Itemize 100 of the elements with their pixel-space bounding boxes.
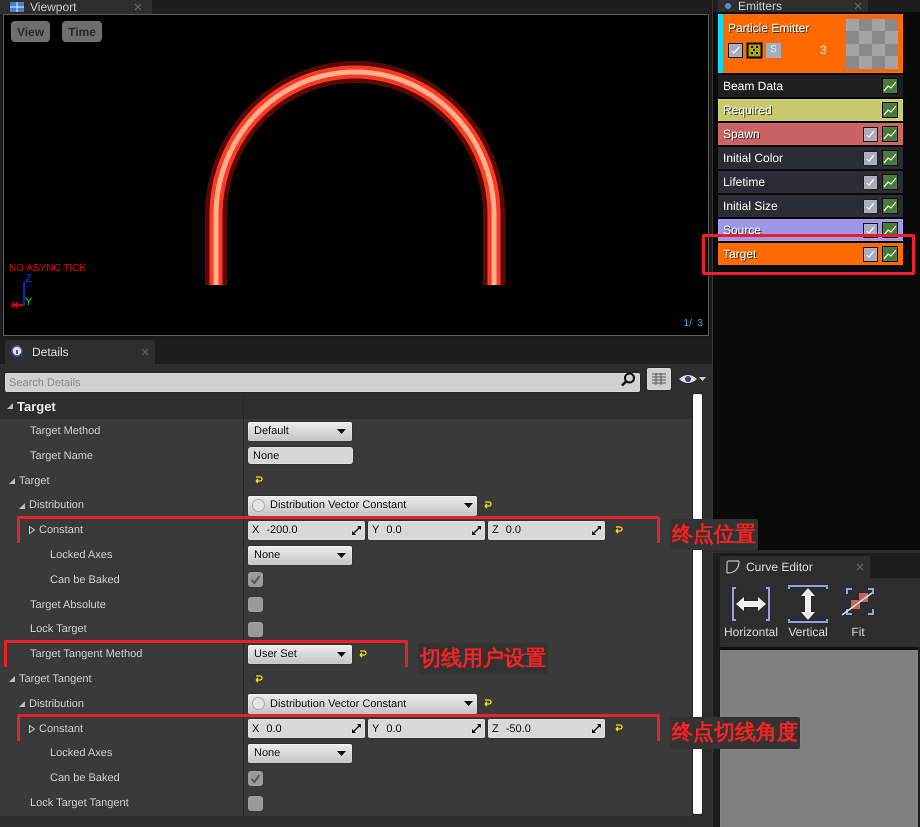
horizontal-arrows-icon [732,584,770,622]
caret-icon [337,652,346,657]
emitters-tab[interactable]: Emitters [718,0,868,12]
frame-counter: 1/ 3 [684,317,703,331]
curve-tool-button[interactable]: Fit [836,584,880,640]
module-checkbox[interactable] [863,198,878,214]
resize-arrows-icon [352,724,361,734]
close-icon[interactable] [134,3,142,11]
reset-arrow-icon[interactable] [358,650,367,659]
curve-graph-icon[interactable] [882,246,898,262]
module-row[interactable]: Lifetime [718,171,903,193]
viewport-grid-icon [10,2,24,12]
property-label: Target Tangent Method [30,647,142,662]
reset-arrow-icon[interactable] [483,699,492,708]
module-checkbox[interactable] [863,150,878,166]
checkbox[interactable] [248,770,263,786]
annotation-label: 终点位置 [670,518,758,550]
module-checkbox[interactable] [863,126,878,142]
dropdown[interactable]: User Set [248,644,352,664]
vector-component-field[interactable]: X 0.0 [248,719,365,738]
search-field[interactable]: Search Details [5,373,640,392]
render-mode-icon[interactable] [746,42,763,58]
vector-component-field[interactable]: Z -50.0 [488,719,605,738]
enable-checkbox[interactable] [728,42,743,58]
collapsed-triangle-icon[interactable] [28,526,36,534]
check-icon [866,178,875,186]
module-label: Initial Color [723,150,784,167]
list-grid-icon [652,373,666,385]
property-label: Lock Target [30,622,87,638]
vector-component-field[interactable]: X -200.0 [248,520,365,540]
curve-tool-button[interactable]: Horizontal [722,584,780,640]
reset-arrow-icon[interactable] [614,526,623,535]
view-options-button[interactable] [647,368,671,390]
resize-arrows-icon [472,526,481,535]
close-icon[interactable] [856,563,864,571]
curve-graph-icon[interactable] [882,78,898,94]
curve-graph-icon[interactable] [882,102,898,118]
module-label: Beam Data [723,78,784,95]
property-label: Distribution [29,498,84,514]
reset-arrow-icon[interactable] [614,724,623,734]
resize-arrows-icon [592,526,601,535]
module-row[interactable]: Spawn [718,123,903,145]
expanded-triangle-icon[interactable] [18,700,26,708]
property-label: Lock Target Tangent [30,796,129,811]
resize-arrows-icon [592,724,601,734]
module-checkbox[interactable] [863,174,878,190]
module-row[interactable]: Initial Color [718,147,903,169]
caret-icon [337,428,346,434]
check-icon [866,226,875,234]
caret-icon [464,701,473,706]
module-row[interactable]: Beam Data [718,75,903,97]
close-icon[interactable] [854,2,862,10]
property-label: Constant [39,722,84,736]
vector-component-field[interactable]: Y 0.0 [368,719,485,738]
check-icon [866,202,875,210]
property-label: Distribution [29,696,84,712]
curve-graph-icon[interactable] [882,126,898,142]
property-label: Target [19,474,50,489]
vector-component-field[interactable]: Y 0.0 [368,520,485,540]
module-label: Initial Size [723,198,779,215]
property-label: Locked Axes [50,746,112,762]
expanded-triangle-icon[interactable] [8,675,16,684]
checkbox[interactable] [248,572,263,588]
dropdown[interactable]: Default [248,422,352,441]
module-row[interactable]: Initial Size [718,195,903,217]
eye-dropdown-icon[interactable] [678,373,707,385]
reset-arrow-icon[interactable] [254,674,263,684]
expanded-triangle-icon[interactable] [18,502,26,510]
collapsed-triangle-icon[interactable] [28,724,36,733]
curve-tool-button[interactable]: Vertical [786,584,830,640]
annotation-label: 终点切线角度 [670,717,800,749]
info-magnifier-icon [11,344,26,360]
dropdown[interactable]: None [248,744,352,764]
caret-icon [337,552,346,558]
expanded-triangle-icon[interactable] [6,402,14,410]
dropdown[interactable]: None [248,546,352,565]
viewport-tab[interactable]: Viewport [0,0,152,14]
distribution-dropdown[interactable]: Distribution Vector Constant [248,496,477,516]
close-icon[interactable] [141,348,149,356]
particle-count: 3 [820,42,827,59]
axis-label: Z [25,274,32,285]
details-tab[interactable]: Details [5,340,155,364]
reset-arrow-icon[interactable] [254,476,263,486]
distribution-dropdown[interactable]: Distribution Vector Constant [248,694,477,714]
reset-arrow-icon[interactable] [483,501,492,510]
check-icon [866,250,875,258]
checkbox[interactable] [248,796,263,811]
curve-graph-icon[interactable] [882,150,898,166]
vector-component-field[interactable]: Z 0.0 [488,520,605,540]
curve-graph-icon[interactable] [882,198,898,214]
checkbox[interactable] [248,597,263,612]
property-label: Target Tangent [19,672,92,687]
checkbox[interactable] [248,622,263,638]
curve-editor-tab[interactable]: Curve Editor [720,556,870,578]
module-checkbox[interactable] [863,246,878,262]
property-label: Can be Baked [50,771,120,786]
curve-graph-icon[interactable] [882,174,898,190]
expanded-triangle-icon[interactable] [8,476,16,485]
text-field[interactable]: None [248,447,353,464]
module-label: Target [723,246,758,263]
